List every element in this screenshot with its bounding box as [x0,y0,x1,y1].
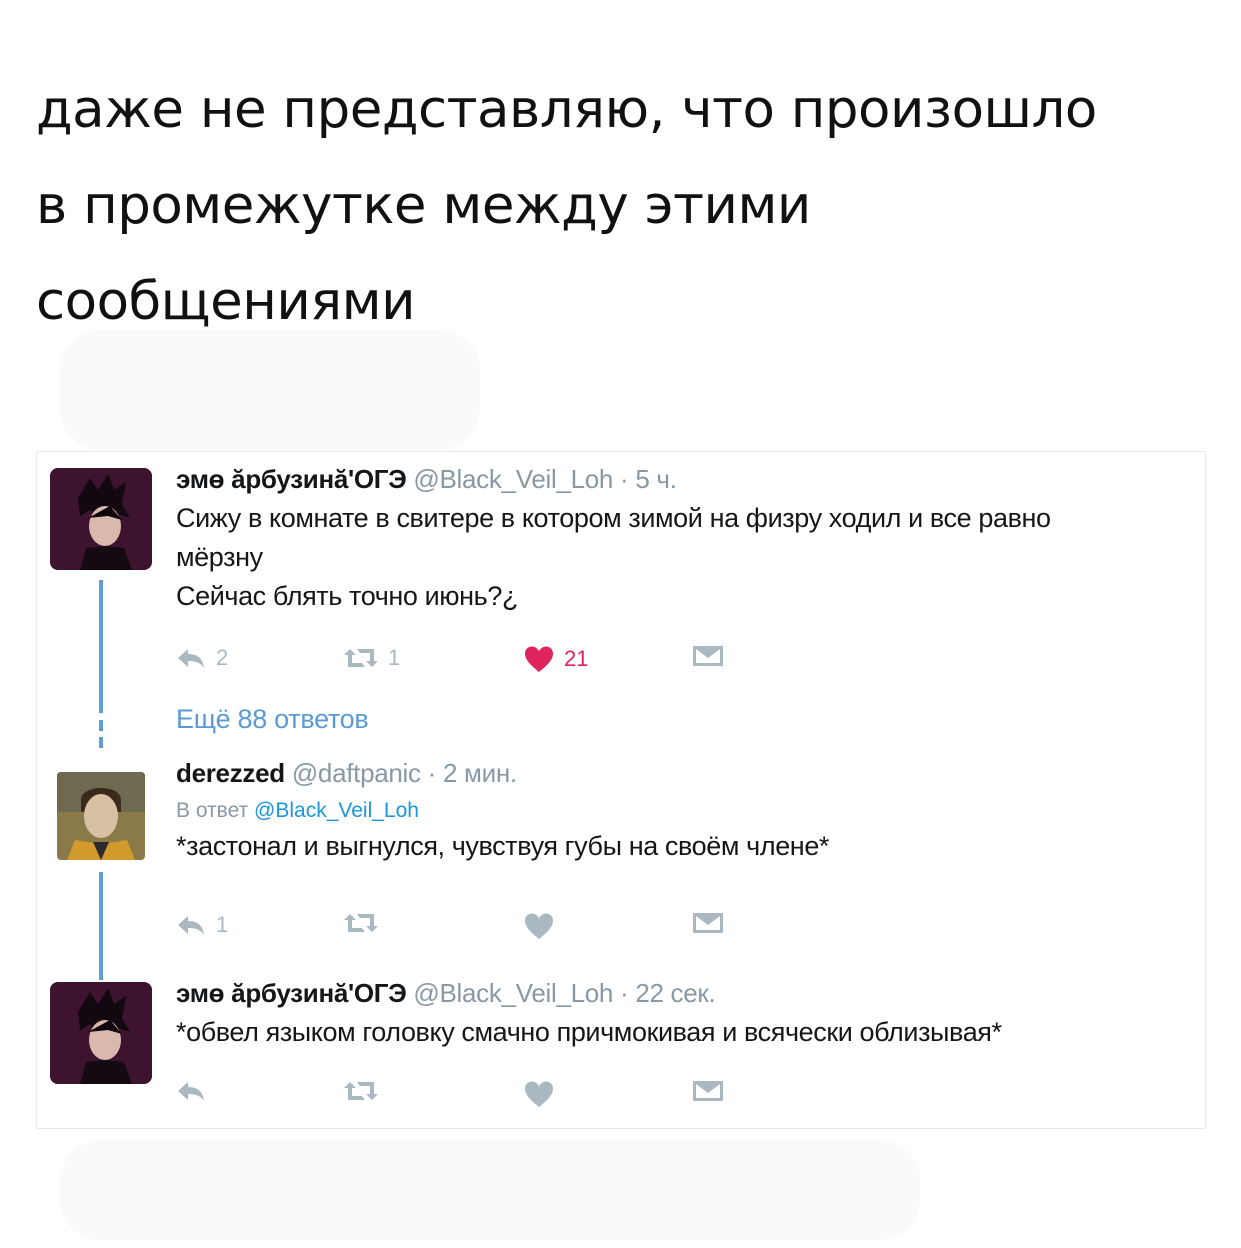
caption: даже не представляю, что произошло в про… [36,62,1206,350]
thread-line-dash [99,737,103,748]
thread-line-dash [99,720,103,731]
like-button[interactable]: 21 [524,645,588,673]
caption-line: в промежутке между этими [36,175,811,236]
reply-count: 2 [216,645,229,670]
avatar[interactable] [50,468,152,570]
heart-icon [525,913,553,939]
retweet-count: 1 [388,645,401,670]
reply-context: В ответ @Black_Veil_Loh [176,799,1193,823]
reply-icon [178,1082,204,1101]
background-smudge [60,330,480,450]
retweet-icon [344,1082,378,1100]
reply-icon [178,916,204,935]
show-more-replies-link[interactable]: Ещё 88 ответов [176,704,369,735]
reply-button[interactable]: 2 [176,645,228,671]
direct-message-button[interactable] [692,912,724,934]
tweet-text-line: Сейчас блять точно июнь?¿ [176,581,519,611]
thread-line [99,580,103,713]
caption-line: даже не представляю, что произошло [36,79,1097,140]
thread-line [99,872,103,980]
avatar[interactable] [57,772,145,860]
retweet-icon [344,649,378,667]
reply-count: 1 [216,912,229,937]
direct-message-button[interactable] [692,1080,724,1102]
avatar[interactable] [50,982,152,1084]
heart-icon [525,1081,553,1107]
tweet-actions: 1 [176,912,776,952]
tweet-text-line: Сижу в комнате в свитере в котором зимой… [176,503,1051,533]
retweet-icon [344,914,378,932]
tweet-actions [176,1080,776,1120]
tweet-text: *застонал и выгнулся, чувствуя губы на с… [176,831,830,861]
tweet-header: derezzed @daftpanic · 2 мин. [176,758,1193,789]
envelope-icon [693,646,723,666]
user-handle[interactable]: @Black_Veil_Loh [413,978,613,1008]
retweet-button[interactable] [344,1080,378,1102]
background-smudge [60,1140,920,1240]
tweet-text-line: мёрзну [176,542,263,572]
heart-icon [525,646,553,672]
direct-message-button[interactable] [692,645,724,667]
tweet-header: эмө ӑрбузинӑ'ОГЭ @Black_Veil_Loh · 22 се… [176,978,1193,1009]
tweet-text: *обвел языком головку смачно причмокивая… [176,1017,1002,1047]
envelope-icon [693,913,723,933]
reply-button[interactable]: 1 [176,912,228,938]
display-name[interactable]: эмө ӑрбузинӑ'ОГЭ [176,464,407,494]
tweet-actions: 2 1 21 [176,645,776,685]
like-button[interactable] [524,912,554,940]
reply-icon [178,649,204,668]
like-count: 21 [564,646,589,671]
reply-mention-link[interactable]: @Black_Veil_Loh [254,799,419,822]
tweet-thread-card: эмө ӑрбузинӑ'ОГЭ @Black_Veil_Loh · 5 ч. … [36,451,1206,1129]
tweet-text: Сижу в комнате в свитере в котором зимой… [176,499,1193,616]
display-name[interactable]: derezzed [176,758,285,788]
envelope-icon [693,1081,723,1101]
reply-button[interactable] [176,1080,206,1102]
like-button[interactable] [524,1080,554,1108]
retweet-button[interactable]: 1 [344,645,400,671]
reply-prefix: В ответ [176,799,249,822]
tweet-header: эмө ӑрбузинӑ'ОГЭ @Black_Veil_Loh · 5 ч. [176,464,1193,495]
timestamp[interactable]: · 5 ч. [620,464,677,494]
user-handle[interactable]: @Black_Veil_Loh [413,464,613,494]
retweet-button[interactable] [344,912,378,934]
timestamp[interactable]: · 22 сек. [620,978,716,1008]
user-handle[interactable]: @daftpanic [292,758,421,788]
display-name[interactable]: эмө ӑрбузинӑ'ОГЭ [176,978,407,1008]
timestamp[interactable]: · 2 мин. [428,758,517,788]
